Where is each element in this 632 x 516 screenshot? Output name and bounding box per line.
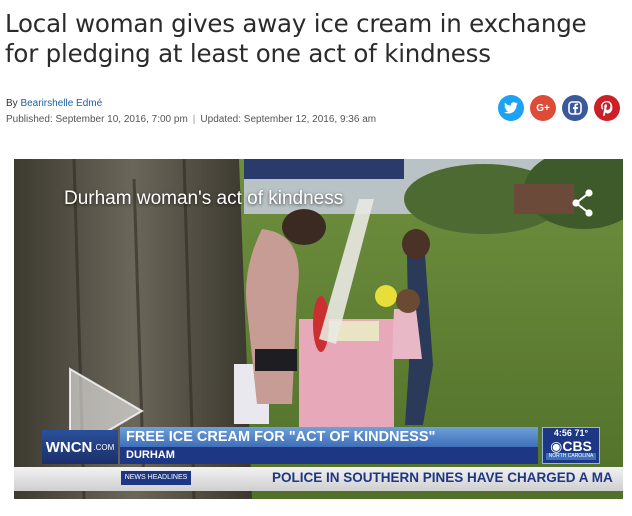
station-logo-text: WNCN (45, 438, 93, 456)
video-title: Durham woman's act of kindness (64, 188, 344, 209)
share-icon[interactable] (571, 189, 595, 217)
pinterest-icon (601, 100, 613, 116)
updated-date: Updated: September 12, 2016, 9:36 am (200, 114, 377, 125)
article-dates: Published: September 10, 2016, 7:00 pm | U… (6, 114, 376, 125)
headline-line-1: Local woman gives away ice cream in exch… (5, 9, 587, 38)
video-player[interactable]: Durham woman's act of kindness WNCN .COM … (14, 159, 623, 499)
headline-line-2: for pledging at least one act of kindnes… (5, 39, 491, 68)
clock: 4:56 (553, 428, 572, 438)
social-share-bar: G+ (498, 95, 620, 121)
network-logo: ◉CBS (550, 438, 592, 454)
network-sub: NORTH CAROLINA (546, 453, 596, 460)
date-separator: | (192, 114, 196, 125)
facebook-icon (568, 101, 582, 115)
network-logo-text: CBS (562, 438, 592, 454)
station-logo: WNCN .COM (42, 430, 118, 464)
article-headline: Local woman gives away ice cream in exch… (5, 9, 620, 69)
byline: By Bearirshelle Edmé (6, 98, 102, 109)
facebook-share-button[interactable] (562, 95, 588, 121)
pinterest-share-button[interactable] (594, 95, 620, 121)
google-plus-share-button[interactable]: G+ (530, 95, 556, 121)
lower-third-location: DURHAM (120, 447, 538, 464)
crawl-text: POLICE IN SOUTHERN PINES HAVE CHARGED A … (272, 470, 613, 485)
lower-third-headline: FREE ICE CREAM FOR "ACT OF KINDNESS" (120, 427, 538, 447)
station-logo-suffix: .COM (93, 442, 115, 452)
network-bug: 4:56 71° ◉CBS NORTH CAROLINA (542, 427, 600, 464)
news-lower-third: WNCN .COM FREE ICE CREAM FOR "ACT OF KIND… (42, 427, 612, 467)
twitter-icon (504, 102, 518, 114)
published-date: Published: September 10, 2016, 7:00 pm (6, 114, 188, 125)
temperature: 71° (574, 428, 589, 438)
twitter-share-button[interactable] (498, 95, 524, 121)
google-plus-icon: G+ (536, 102, 550, 114)
news-crawl: NEWS HEADLINES POLICE IN SOUTHERN PINES … (14, 467, 623, 491)
crawl-label: NEWS HEADLINES (121, 471, 191, 485)
author-link[interactable]: Bearirshelle Edmé (20, 98, 102, 109)
byline-prefix: By (6, 98, 18, 109)
